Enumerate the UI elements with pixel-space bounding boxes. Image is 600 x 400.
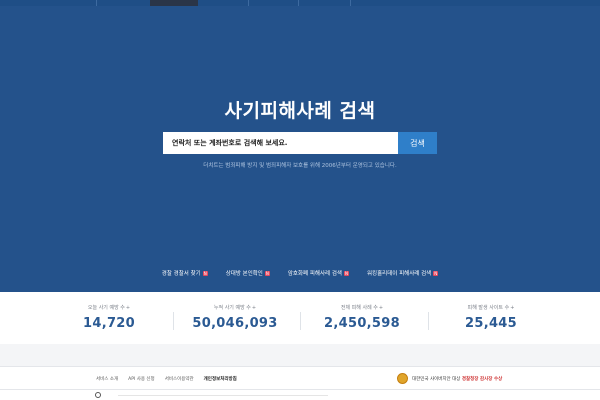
footer-info — [0, 390, 600, 400]
award-text: 대한민국 사이버치안 대상 경찰청장 감사장 수상 — [412, 376, 503, 382]
footer-info-text-line — [118, 395, 328, 396]
quick-link-working-holiday-search[interactable]: 워킹홀리데이 피해사례 검색 N — [366, 269, 439, 277]
plus-icon: + — [378, 305, 384, 311]
quick-link-label: 암호화폐 피해사례 검색 — [287, 271, 342, 277]
police-emblem-icon — [397, 373, 408, 384]
new-badge: N — [264, 270, 270, 276]
quick-links: 경찰 경찰서 찾기 N 상대방 본인확인 N 암호화폐 피해사례 검색 N 워킹… — [0, 269, 600, 277]
search-input[interactable] — [163, 132, 398, 154]
footer-link-privacy[interactable]: 개인정보처리방침 — [204, 376, 237, 382]
stat-divider — [300, 312, 301, 330]
footer-logo-icon — [95, 392, 101, 398]
stat-fraud-sites: 피해 발생 사이트 수+ 25,445 — [416, 304, 566, 331]
plus-icon: + — [251, 305, 257, 311]
stat-label: 피해 발생 사이트 수+ — [467, 305, 515, 311]
stat-divider — [173, 312, 174, 330]
stat-value: 25,445 — [465, 316, 517, 331]
quick-link-label: 워킹홀리데이 피해사례 검색 — [366, 271, 432, 277]
new-badge: N — [202, 270, 208, 276]
plus-icon: + — [510, 305, 515, 311]
quick-link-label: 경찰 경찰서 찾기 — [161, 271, 201, 277]
stat-value: 2,450,598 — [324, 316, 400, 331]
new-badge: N — [433, 270, 439, 276]
footer-link-api[interactable]: API 사용 신청 — [128, 376, 155, 382]
footer-nav: 서비스 소개 API 사용 신청 서비스이용약관 개인정보처리방침 대한민국 사… — [0, 366, 600, 390]
quick-link-identity-check[interactable]: 상대방 본인확인 N — [226, 269, 270, 277]
footer-link-terms[interactable]: 서비스이용약관 — [165, 376, 194, 382]
new-badge: N — [343, 270, 349, 276]
award-badge: 대한민국 사이버치안 대상 경찰청장 감사장 수상 — [397, 373, 502, 384]
stat-total-cases: 전체 피해 사례 수+ 2,450,598 — [287, 304, 437, 331]
search-button[interactable]: 검색 — [398, 132, 437, 154]
footer-spacer — [0, 344, 600, 366]
footer-link-about[interactable]: 서비스 소개 — [96, 376, 118, 382]
quick-link-crypto-search[interactable]: 암호화폐 피해사례 검색 N — [288, 269, 349, 277]
service-description: 더치트는 범죄피해 방지 및 범죄피해자 보호를 위해 2006년부터 운영되고… — [203, 163, 397, 169]
stat-divider — [428, 312, 429, 330]
plus-icon: + — [125, 305, 131, 311]
stat-label: 전체 피해 사례 수+ — [340, 305, 384, 311]
footer-links: 서비스 소개 API 사용 신청 서비스이용약관 개인정보처리방침 — [96, 376, 237, 382]
quick-link-label: 상대방 본인확인 — [225, 271, 263, 277]
page-title: 사기피해사례 검색 — [224, 100, 376, 122]
quick-link-police-station[interactable]: 경찰 경찰서 찾기 N — [162, 269, 208, 277]
